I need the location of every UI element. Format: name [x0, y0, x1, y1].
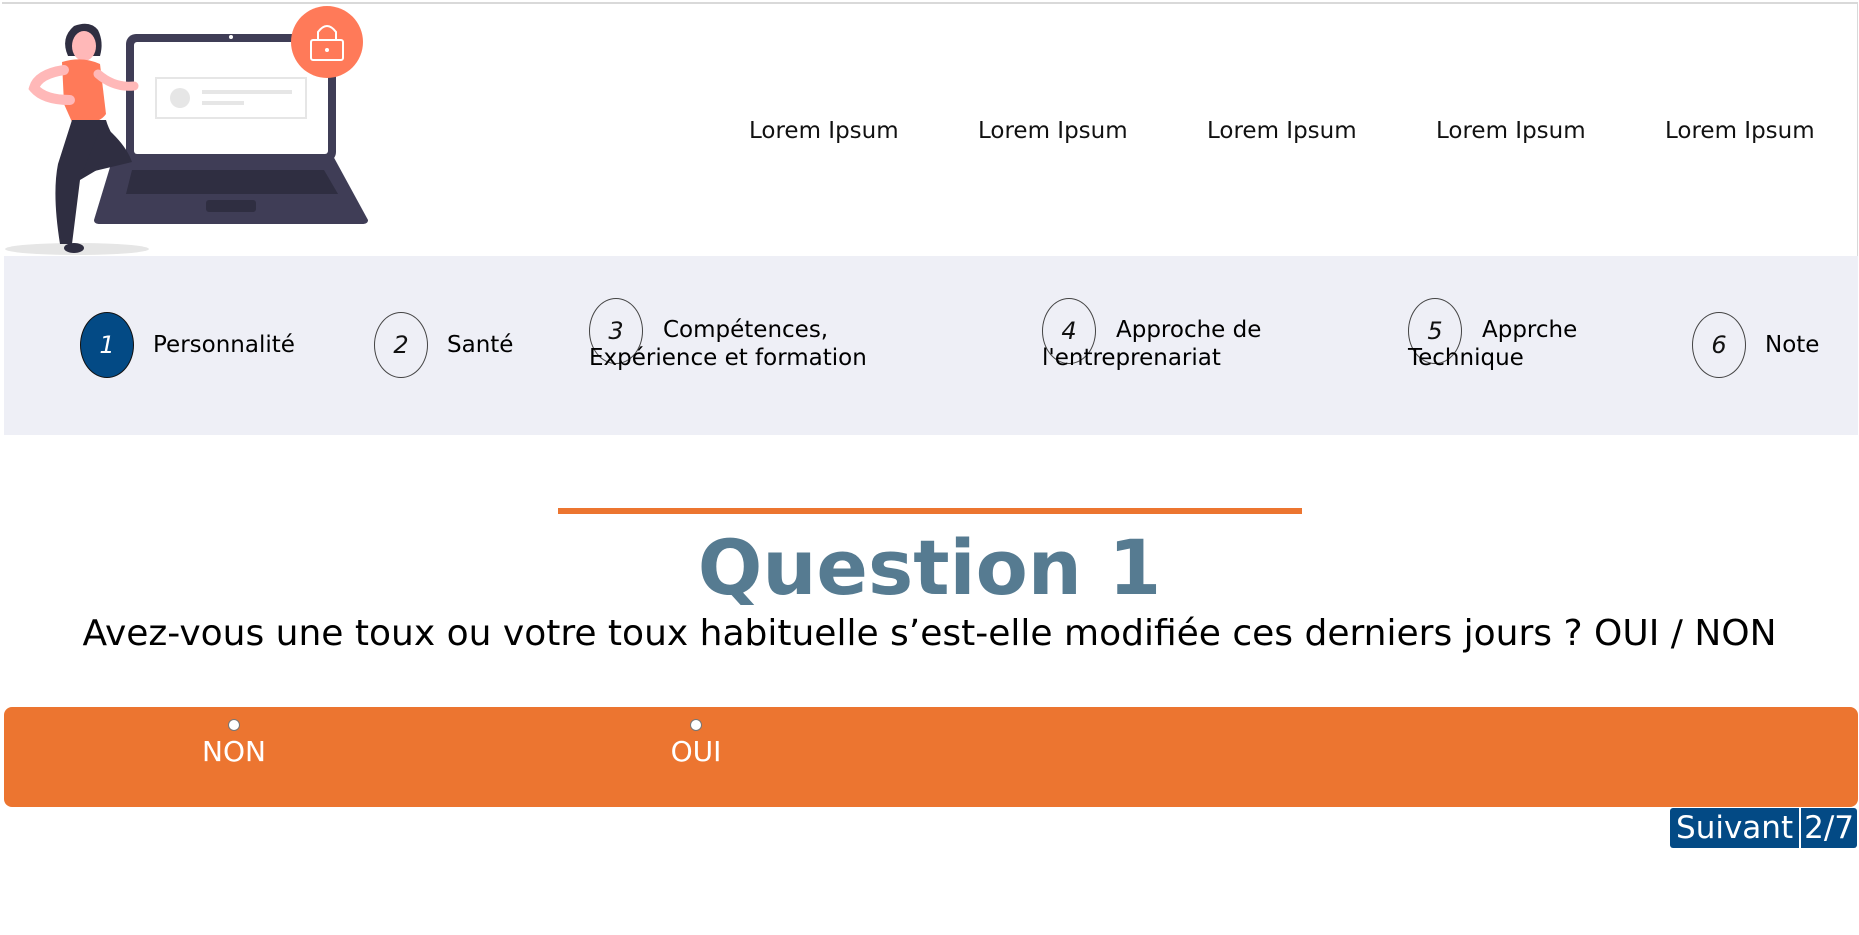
step-number: 6 [1692, 312, 1746, 378]
step-label-line2: l'entreprenariat [1042, 345, 1221, 371]
nav-link-3[interactable]: Lorem Ipsum [1207, 118, 1436, 144]
step-label-line1: Approche de [1116, 317, 1262, 343]
top-nav: Lorem Ipsum Lorem Ipsum Lorem Ipsum Lore… [749, 118, 1859, 144]
nav-link-2[interactable]: Lorem Ipsum [978, 118, 1207, 144]
radio-non[interactable] [228, 719, 240, 731]
nav-link-5[interactable]: Lorem Ipsum [1665, 118, 1859, 144]
question-divider [558, 508, 1302, 514]
person-laptop-illustration [5, 6, 368, 255]
option-label: OUI [670, 735, 722, 768]
steps-bar: 1 Personnalité 2 Santé 3 Compétences, Ex… [4, 256, 1858, 435]
header: Lorem Ipsum Lorem Ipsum Lorem Ipsum Lore… [2, 2, 1858, 256]
option-label: NON [202, 735, 266, 768]
step-label-line2: Technique [1408, 345, 1524, 371]
nav-link-4[interactable]: Lorem Ipsum [1436, 118, 1665, 144]
step-label: Personnalité [153, 332, 295, 358]
step-label: Santé [447, 332, 514, 358]
option-oui[interactable]: OUI [636, 719, 756, 769]
option-non[interactable]: NON [174, 719, 294, 769]
radio-oui[interactable] [690, 719, 702, 731]
step-number: 2 [374, 312, 428, 378]
progress-counter: 2/7 [1801, 808, 1857, 848]
question-title: Question 1 [697, 523, 1162, 612]
next-label: Suivant [1670, 808, 1800, 848]
nav-link-1[interactable]: Lorem Ipsum [749, 118, 978, 144]
answer-panel: NON OUI [4, 707, 1858, 807]
step-label-line2: Expérience et formation [589, 345, 867, 371]
step-number: 1 [80, 312, 134, 378]
next-button-group[interactable]: Suivant 2/7 [1670, 808, 1857, 848]
step-label-line1: Compétences, [663, 317, 829, 343]
step-label: Note [1765, 332, 1820, 358]
step-label-line1: Apprche [1482, 317, 1578, 343]
question-text: Avez-vous une toux ou votre toux habitue… [82, 613, 1777, 654]
